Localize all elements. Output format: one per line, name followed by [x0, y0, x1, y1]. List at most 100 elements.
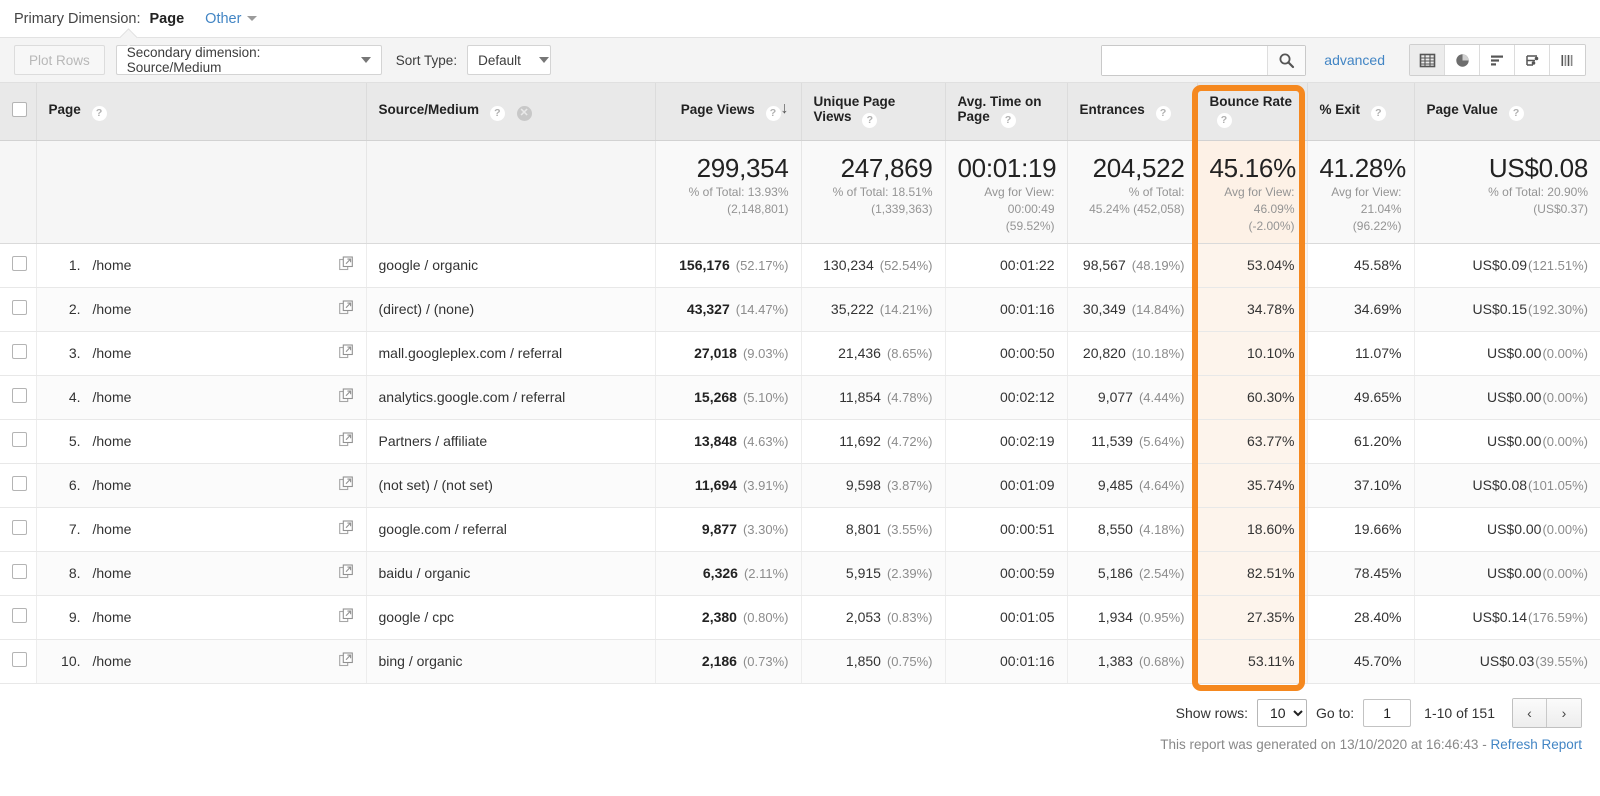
row-source-medium-cell[interactable]: google / cpc [366, 595, 656, 640]
row-page-views-pct: (4.63%) [742, 434, 789, 449]
open-detail-button[interactable] [338, 388, 354, 406]
row-entrances-value: 1,934 [1097, 609, 1133, 625]
header-page[interactable]: Page ? [36, 83, 367, 141]
help-icon[interactable]: ? [862, 113, 878, 129]
header-page-value[interactable]: Page Value ? [1414, 83, 1600, 141]
help-icon[interactable]: ? [1000, 113, 1016, 129]
search-input[interactable] [1102, 45, 1268, 75]
goto-page-input[interactable] [1363, 699, 1412, 727]
bar-chart-view-icon[interactable] [1480, 45, 1515, 75]
header-source-medium-label: Source/Medium [378, 101, 480, 117]
open-detail-button[interactable] [338, 476, 354, 494]
row-source-medium-cell[interactable]: analytics.google.com / referral [366, 375, 656, 420]
row-checkbox[interactable] [12, 564, 27, 579]
row-source-medium-cell[interactable]: (not set) / (not set) [366, 463, 656, 508]
row-source-medium-cell[interactable]: mall.googleplex.com / referral [366, 331, 656, 376]
primary-dimension-bar: Primary Dimension: Page Other [0, 0, 1600, 37]
table-row: 8. /home baidu / organic 6,326 (2.11%) 5,915 (… [0, 551, 1600, 596]
help-icon[interactable]: ? [91, 105, 107, 121]
open-detail-button[interactable] [338, 564, 354, 582]
help-icon[interactable]: ? [1216, 113, 1232, 129]
help-icon[interactable]: ? [765, 105, 781, 121]
row-page-label[interactable]: /home [93, 389, 132, 405]
header-bounce-rate[interactable]: Bounce Rate ? [1197, 83, 1308, 141]
row-checkbox[interactable] [12, 432, 27, 447]
row-checkbox[interactable] [12, 344, 27, 359]
row-page-label[interactable]: /home [93, 345, 132, 361]
header-exit-percent[interactable]: % Exit ? [1307, 83, 1415, 141]
other-label: Other [205, 10, 242, 27]
row-page-label[interactable]: /home [93, 477, 132, 493]
row-exit-cell: 78.45% [1307, 551, 1415, 596]
open-detail-icon [338, 344, 353, 359]
help-icon[interactable]: ? [489, 105, 505, 121]
header-unique-page-views[interactable]: Unique Page Views ? [801, 83, 946, 141]
row-source-medium-cell[interactable]: google.com / referral [366, 507, 656, 552]
sort-descending-icon[interactable]: ↓ [781, 100, 789, 116]
row-source-medium-cell[interactable]: (direct) / (none) [366, 287, 656, 332]
secondary-dimension-dropdown[interactable]: Secondary dimension: Source/Medium [115, 45, 382, 75]
next-page-button[interactable]: › [1547, 699, 1581, 727]
open-detail-button[interactable] [338, 432, 354, 450]
row-page-label[interactable]: /home [93, 609, 132, 625]
plot-rows-button[interactable]: Plot Rows [14, 45, 105, 75]
row-checkbox[interactable] [12, 608, 27, 623]
advanced-search-link[interactable]: advanced [1324, 52, 1385, 68]
row-page-views-cell: 15,268 (5.10%) [655, 375, 802, 420]
row-checkbox[interactable] [12, 476, 27, 491]
sort-type-dropdown[interactable]: Default [467, 45, 552, 75]
row-avg-time-cell: 00:00:51 [945, 507, 1068, 552]
row-page-views-pct: (14.47%) [735, 302, 789, 317]
row-page-label[interactable]: /home [93, 521, 132, 537]
row-select-cell [0, 507, 37, 552]
open-detail-button[interactable] [338, 300, 354, 318]
previous-page-button[interactable]: ‹ [1513, 699, 1547, 727]
open-detail-icon [338, 432, 353, 447]
row-page-label[interactable]: /home [93, 433, 132, 449]
remove-secondary-dimension-icon[interactable]: ✕ [516, 105, 532, 121]
help-icon[interactable]: ? [1508, 105, 1524, 121]
row-checkbox[interactable] [12, 652, 27, 667]
performance-view-icon[interactable] [1515, 45, 1550, 75]
header-avg-time-on-page[interactable]: Avg. Time on Page ? [945, 83, 1068, 141]
row-source-medium-cell[interactable]: baidu / organic [366, 551, 656, 596]
row-avg-time-cell: 00:01:16 [945, 287, 1068, 332]
primary-dimension-value[interactable]: Page [150, 11, 185, 27]
row-checkbox[interactable] [12, 388, 27, 403]
row-checkbox[interactable] [12, 300, 27, 315]
header-entrances[interactable]: Entrances ? [1067, 83, 1198, 141]
help-icon[interactable]: ? [1155, 105, 1171, 121]
table-view-icon[interactable] [1410, 45, 1445, 75]
select-all-checkbox[interactable] [12, 102, 27, 118]
open-detail-button[interactable] [338, 256, 354, 274]
row-page-views-pct: (3.30%) [742, 522, 789, 537]
help-icon[interactable]: ? [1370, 105, 1386, 121]
comparison-view-icon[interactable] [1550, 45, 1585, 75]
other-dimension-dropdown[interactable]: Other [205, 10, 258, 27]
show-rows-select[interactable]: 10 [1257, 699, 1308, 727]
row-unique-page-views-cell: 8,801 (3.55%) [801, 507, 946, 552]
row-page-label[interactable]: /home [93, 301, 132, 317]
row-checkbox[interactable] [12, 256, 27, 271]
open-detail-button[interactable] [338, 344, 354, 362]
header-page-views[interactable]: Page Views ? ↓ [655, 83, 802, 141]
row-source-medium-cell[interactable]: bing / organic [366, 639, 656, 684]
row-page-label[interactable]: /home [93, 257, 132, 273]
row-page-label[interactable]: /home [93, 565, 132, 581]
row-unique-page-views-cell: 130,234 (52.54%) [801, 243, 946, 288]
open-detail-button[interactable] [338, 608, 354, 626]
search-button[interactable] [1267, 45, 1306, 75]
pie-chart-view-icon[interactable] [1445, 45, 1480, 75]
row-page-label[interactable]: /home [93, 653, 132, 669]
refresh-report-link[interactable]: Refresh Report [1490, 737, 1582, 752]
open-detail-button[interactable] [338, 652, 354, 670]
open-detail-button[interactable] [338, 520, 354, 538]
row-source-medium-cell[interactable]: Partners / affiliate [366, 419, 656, 464]
header-source-medium[interactable]: Source/Medium ? ✕ [366, 83, 656, 141]
summary-checkbox-cell [0, 140, 37, 244]
analytics-report-page: Primary Dimension: Page Other Plot Rows … [0, 0, 1600, 796]
row-page-value-pct: (121.51%) [1528, 258, 1588, 273]
report-table: Page ? Source/Medium ? ✕ Page Views ? ↓ … [0, 83, 1600, 684]
row-source-medium-cell[interactable]: google / organic [366, 243, 656, 288]
row-checkbox[interactable] [12, 520, 27, 535]
